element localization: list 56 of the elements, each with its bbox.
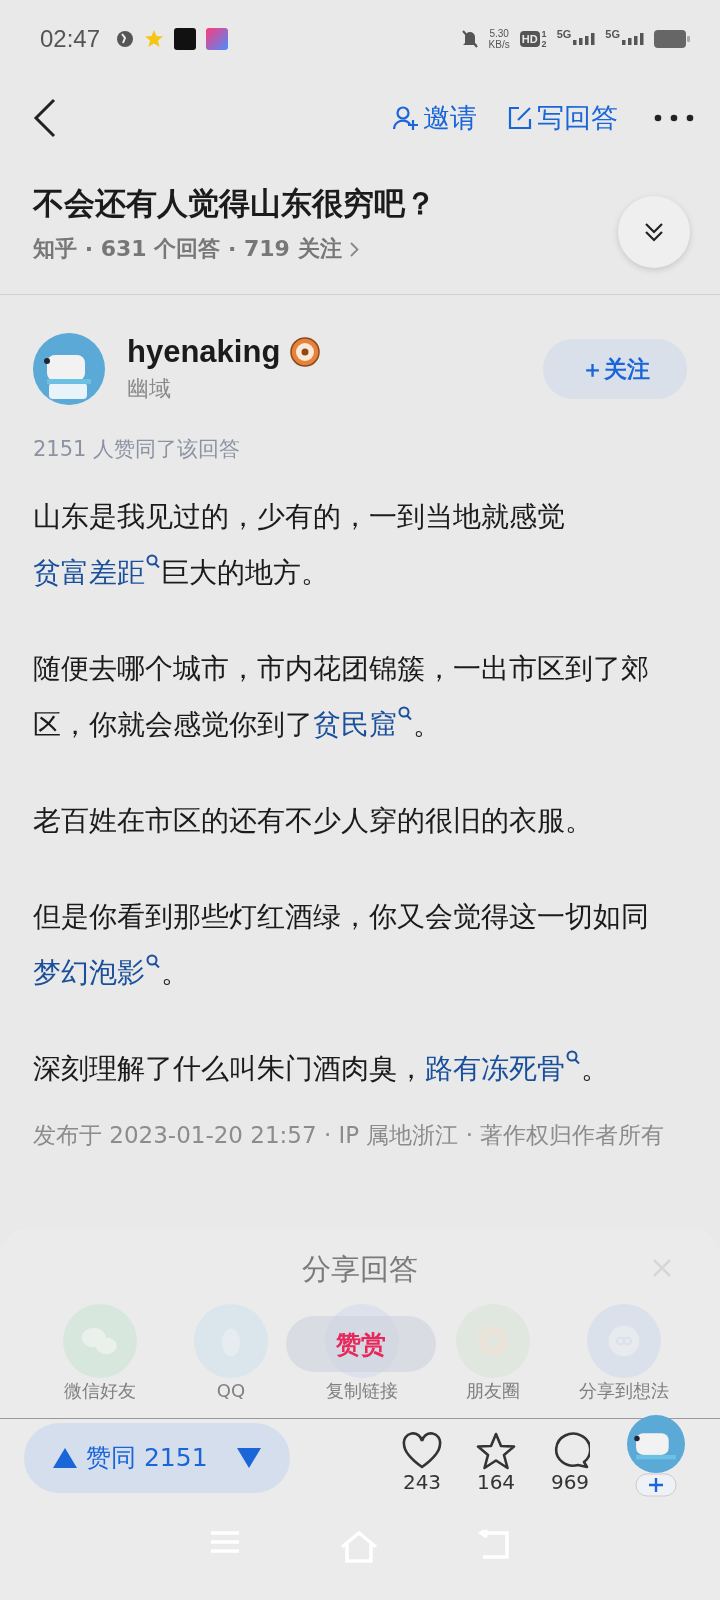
share-target-label: 复制链接: [326, 1380, 398, 1402]
sim-number: 2: [541, 39, 547, 49]
follow-button[interactable]: ＋关注: [543, 339, 687, 399]
eye-badge-icon: [290, 337, 321, 367]
signal-icon: [573, 33, 596, 45]
battery-icon: [654, 30, 690, 48]
agree-summary: 2151 人赞同了该回答: [33, 436, 242, 463]
answer-paragraph: 山东是我见过的，少有的，一到当地就感觉 贫富差距 巨大的地方。: [33, 499, 566, 591]
answer-paragraph: 深刻理解了什么叫朱门酒肉臭，路有冻死骨 。: [33, 1049, 610, 1087]
plus-icon[interactable]: [635, 1472, 677, 1497]
network-speed: 5.30: [489, 28, 509, 39]
search-link[interactable]: 梦幻泡影: [33, 956, 161, 989]
app-icon: [206, 28, 229, 50]
avatar-icon[interactable]: [33, 333, 105, 405]
question-title: 不会还有人觉得山东很穷吧？: [33, 184, 437, 223]
share-target-label: 分享到想法: [579, 1380, 669, 1402]
chevrons-down-icon: [643, 221, 665, 243]
share-sheet-title: 分享回答: [302, 1252, 418, 1286]
star-icon: [144, 29, 165, 49]
edit-icon: [507, 105, 533, 131]
answer-paragraph: 但是你看到那些灯红酒绿，你又会觉得这一切如同 梦幻泡影 。: [33, 899, 650, 991]
signal-icon: [622, 33, 644, 45]
triangle-up-icon: [52, 1446, 78, 1469]
share-target-label: 微信好友: [64, 1380, 136, 1402]
bell-off-icon: [460, 29, 479, 49]
like-button[interactable]: 243: [402, 1431, 442, 1494]
speed-unit: KB/s: [488, 39, 510, 50]
comment-button[interactable]: 969: [550, 1431, 590, 1494]
sim-number: 1: [541, 29, 547, 39]
favorite-button[interactable]: 164: [476, 1431, 516, 1494]
avatar-icon[interactable]: [627, 1414, 685, 1473]
star-icon: [476, 1431, 516, 1470]
search-link[interactable]: 贫民窟: [313, 708, 413, 741]
write-answer-button[interactable]: 写回答: [499, 100, 626, 136]
share-target-label: 朋友圈: [466, 1380, 520, 1402]
triangle-down-icon: [236, 1446, 262, 1469]
expand-button[interactable]: [618, 196, 690, 268]
post-meta: 发布于 2023-01-20 21:57 · IP 属地浙江 · 著作权归作者所有: [33, 1121, 666, 1150]
question-meta[interactable]: 知乎 · 631 个回答 · 719 关注: [33, 234, 342, 264]
network-type: 5G: [605, 28, 620, 40]
vote-button[interactable]: 赞同 2151: [24, 1422, 290, 1493]
invite-button[interactable]: 邀请: [385, 100, 485, 136]
heart-icon: [402, 1431, 442, 1470]
chevron-right-icon: [349, 241, 359, 257]
status-time: 02:47: [40, 25, 101, 53]
answer-paragraph: 老百姓在市区的还有不少人穿的很旧的衣服。: [33, 803, 594, 839]
search-link[interactable]: 贫富差距: [33, 556, 161, 589]
app-icon: [174, 28, 197, 50]
hd-badge: HD: [519, 31, 540, 47]
search-link[interactable]: 路有冻死骨: [425, 1052, 581, 1085]
share-target-label: QQ: [216, 1380, 246, 1402]
person-plus-icon: [393, 105, 419, 131]
author-subtitle: 幽域: [127, 375, 172, 403]
answer-paragraph: 随便去哪个城市，市内花团锦簇，一出市区到了郊区，你就会感觉你到了贫民窟 。: [33, 651, 650, 743]
network-type: 5G: [556, 28, 572, 40]
author-name[interactable]: hyenaking: [127, 334, 281, 370]
